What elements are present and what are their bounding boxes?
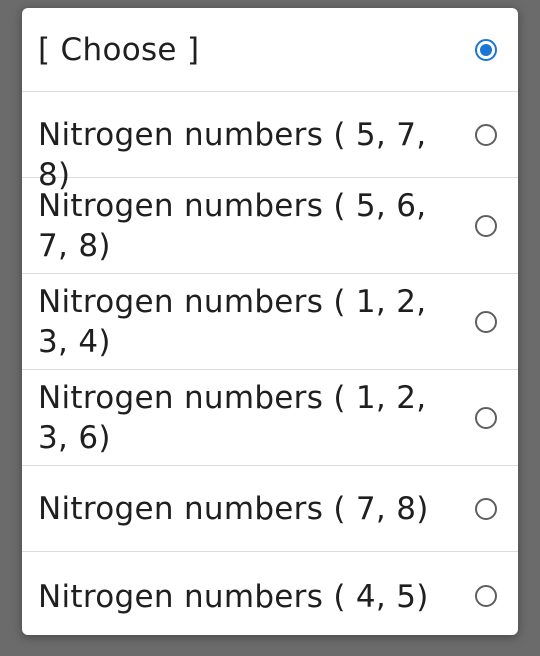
radio-unselected-icon[interactable]: [475, 407, 497, 429]
option-nitrogen-4-5[interactable]: Nitrogen numbers ( 4, 5): [22, 552, 518, 635]
radio-unselected-icon[interactable]: [475, 311, 497, 333]
option-label: Nitrogen numbers ( 1, 2, 3, 4): [38, 284, 427, 360]
option-label: Nitrogen numbers ( 1, 2, 3, 6): [38, 380, 427, 456]
select-options-dialog: [ Choose ] Nitrogen numbers ( 5, 7, 8) N…: [22, 8, 518, 635]
option-label: Nitrogen numbers ( 5, 6, 7, 8): [38, 188, 427, 264]
option-nitrogen-5-7-8[interactable]: Nitrogen numbers ( 5, 7, 8): [22, 92, 518, 193]
option-label: Nitrogen numbers ( 7, 8): [38, 491, 429, 527]
radio-selected-icon[interactable]: [475, 39, 497, 61]
option-nitrogen-1-2-3-6[interactable]: Nitrogen numbers ( 1, 2, 3, 6): [22, 370, 518, 466]
option-nitrogen-1-2-3-4[interactable]: Nitrogen numbers ( 1, 2, 3, 4): [22, 274, 518, 370]
radio-unselected-icon[interactable]: [475, 124, 497, 146]
option-nitrogen-7-8[interactable]: Nitrogen numbers ( 7, 8): [22, 466, 518, 552]
option-label: [ Choose ]: [38, 32, 200, 68]
option-label: Nitrogen numbers ( 4, 5): [38, 579, 429, 615]
radio-unselected-icon[interactable]: [475, 215, 497, 237]
option-nitrogen-5-6-7-8[interactable]: Nitrogen numbers ( 5, 6, 7, 8): [22, 178, 518, 274]
option-choose[interactable]: [ Choose ]: [22, 8, 518, 92]
radio-unselected-icon[interactable]: [475, 498, 497, 520]
radio-unselected-icon[interactable]: [475, 585, 497, 607]
